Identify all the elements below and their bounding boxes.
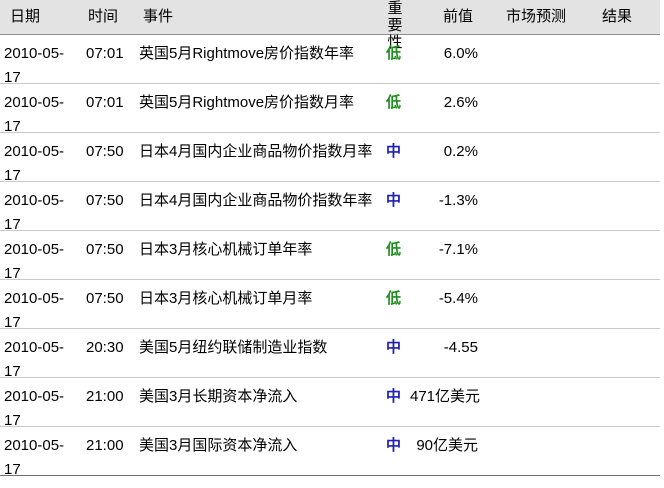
header-importance: 重要性 [387,0,403,51]
date-cell: 2010-05-17 [4,290,65,331]
table-row: 2010-05-17 07:50 日本4月国内企业商品物价指数月率 中 0.2% [0,133,660,184]
table-row: 2010-05-17 21:00 美国3月国际资本净流入 中 90亿美元 [0,427,660,478]
previous-value-cell: -4.55 [443,339,478,356]
date-cell: 2010-05-17 [4,94,65,135]
table-row: 2010-05-17 07:01 英国5月Rightmove房价指数年率 低 6… [0,35,660,86]
previous-value-cell: 90亿美元 [416,437,478,454]
table-body: 2010-05-17 07:01 英国5月Rightmove房价指数年率 低 6… [0,35,660,478]
importance-badge: 低 [386,290,402,307]
event-cell: 日本4月国内企业商品物价指数月率 [139,143,373,160]
event-cell: 美国3月国际资本净流入 [139,437,298,454]
previous-value-cell: -1.3% [438,192,478,209]
importance-badge: 中 [386,339,402,356]
importance-badge: 中 [386,437,402,454]
table-row: 2010-05-17 07:50 日本3月核心机械订单年率 低 -7.1% [0,231,660,282]
event-cell: 日本4月国内企业商品物价指数年率 [139,192,373,209]
date-cell: 2010-05-17 [4,45,65,86]
table-row: 2010-05-17 21:00 美国3月长期资本净流入 中 471亿美元 [0,378,660,429]
previous-value-cell: 0.2% [443,143,478,160]
date-cell: 2010-05-17 [4,339,65,380]
importance-badge: 中 [386,192,402,209]
time-cell: 21:00 [86,388,124,405]
time-cell: 20:30 [86,339,124,356]
importance-badge: 低 [386,94,402,111]
date-cell: 2010-05-17 [4,241,65,282]
date-cell: 2010-05-17 [4,192,65,233]
table-row: 2010-05-17 07:01 英国5月Rightmove房价指数月率 低 2… [0,84,660,135]
previous-value-cell: -7.1% [438,241,478,258]
time-cell: 21:00 [86,437,124,454]
time-cell: 07:01 [86,94,124,111]
event-cell: 美国5月纽约联储制造业指数 [139,339,328,356]
time-cell: 07:50 [86,143,124,160]
previous-value-cell: 6.0% [443,45,478,62]
event-cell: 日本3月核心机械订单月率 [139,290,313,307]
previous-value-cell: 471亿美元 [410,388,481,405]
time-cell: 07:50 [86,241,124,258]
previous-value-cell: 2.6% [443,94,478,111]
event-cell: 英国5月Rightmove房价指数年率 [139,45,355,62]
table-header: 日期 时间 事件 重要性 前值 市场预测 结果 [0,0,660,51]
table-row: 2010-05-17 20:30 美国5月纽约联储制造业指数 中 -4.55 [0,329,660,380]
table-row: 2010-05-17 07:50 日本3月核心机械订单月率 低 -5.4% [0,280,660,331]
table-row: 2010-05-17 07:50 日本4月国内企业商品物价指数年率 中 -1.3… [0,182,660,233]
economic-calendar-table: 日期 时间 事件 重要性 前值 市场预测 结果 2010-05-17 07:01… [0,0,660,478]
previous-value-cell: -5.4% [438,290,478,307]
importance-badge: 中 [386,143,402,160]
time-cell: 07:50 [86,192,124,209]
date-cell: 2010-05-17 [4,437,65,478]
date-cell: 2010-05-17 [4,388,65,429]
time-cell: 07:01 [86,45,124,62]
event-cell: 日本3月核心机械订单年率 [139,241,313,258]
importance-badge: 中 [386,388,402,405]
event-cell: 英国5月Rightmove房价指数月率 [139,94,355,111]
time-cell: 07:50 [86,290,124,307]
date-cell: 2010-05-17 [4,143,65,184]
importance-badge: 低 [386,241,402,258]
event-cell: 美国3月长期资本净流入 [139,388,298,405]
importance-badge: 低 [386,45,402,62]
